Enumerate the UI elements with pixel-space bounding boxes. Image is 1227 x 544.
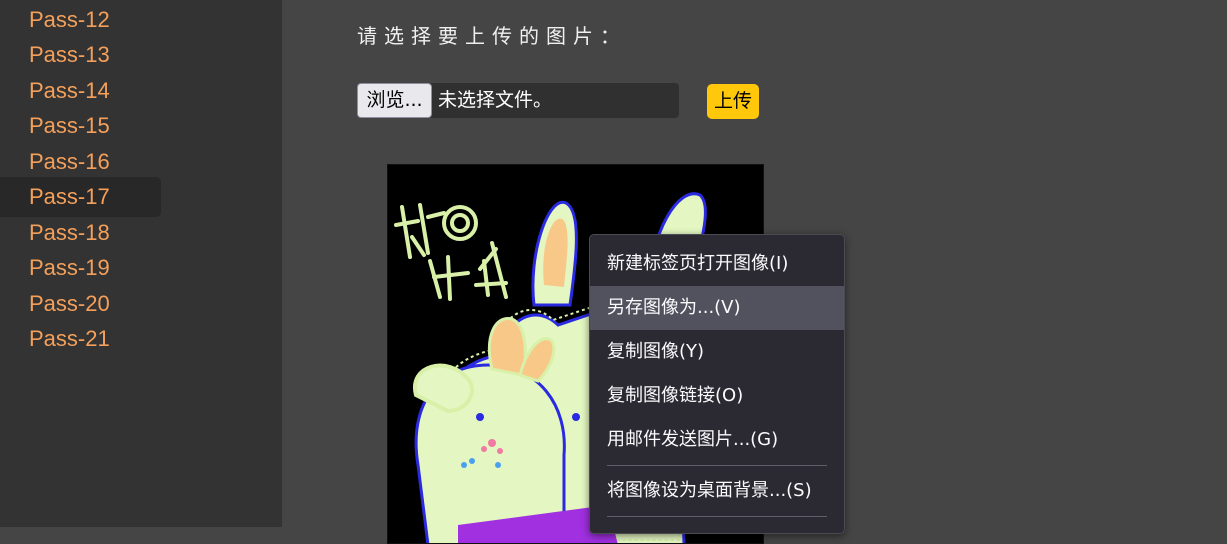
sidebar: Pass-12 Pass-13 Pass-14 Pass-15 Pass-16 … [0,0,282,527]
menu-item-copy-image-link[interactable]: 复制图像链接(O) [590,374,844,418]
sidebar-item-pass-20[interactable]: Pass-20 [0,284,161,324]
context-menu: 新建标签页打开图像(I) 另存图像为...(V) 复制图像(Y) 复制图像链接(… [589,234,845,534]
menu-item-set-desktop-background[interactable]: 将图像设为桌面背景...(S) [590,469,844,513]
upload-button[interactable]: 上传 [707,84,759,119]
menu-item-email-image[interactable]: 用邮件发送图片...(G) [590,418,844,462]
file-status-text: 未选择文件。 [438,89,553,111]
sidebar-item-pass-14[interactable]: Pass-14 [0,71,161,111]
menu-item-save-image-as[interactable]: 另存图像为...(V) [590,286,844,330]
menu-separator [607,516,827,517]
sidebar-item-pass-13[interactable]: Pass-13 [0,35,161,75]
upload-prompt: 请选择要上传的图片： [357,24,627,48]
menu-separator [607,465,827,466]
sidebar-item-pass-18[interactable]: Pass-18 [0,213,161,253]
sidebar-item-pass-12[interactable]: Pass-12 [0,0,161,40]
sidebar-item-pass-15[interactable]: Pass-15 [0,106,161,146]
file-input[interactable]: 浏览... 未选择文件。 [357,83,679,118]
sidebar-item-pass-17[interactable]: Pass-17 [0,177,161,217]
sidebar-item-pass-16[interactable]: Pass-16 [0,142,161,182]
browse-button[interactable]: 浏览... [357,83,432,118]
sidebar-item-pass-21[interactable]: Pass-21 [0,319,161,359]
menu-item-copy-image[interactable]: 复制图像(Y) [590,330,844,374]
menu-item-open-image-new-tab[interactable]: 新建标签页打开图像(I) [590,242,844,286]
sidebar-item-pass-19[interactable]: Pass-19 [0,248,161,288]
